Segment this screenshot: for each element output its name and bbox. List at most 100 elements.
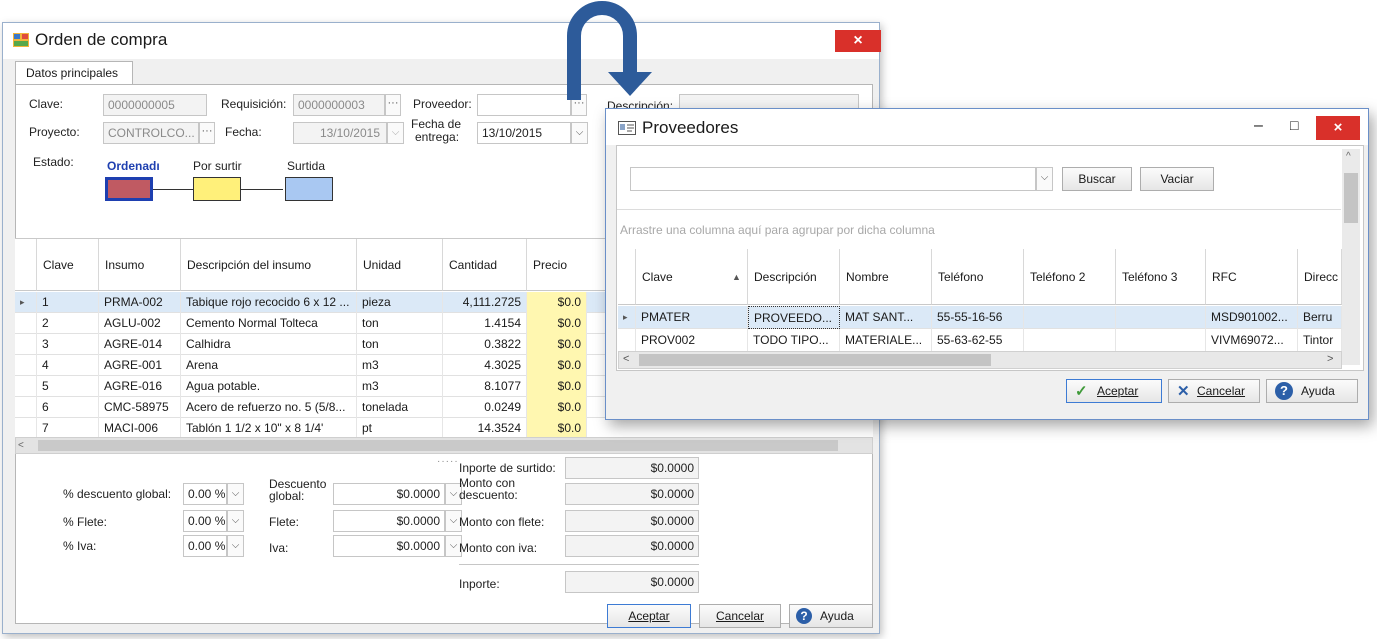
cell-precio[interactable]: $0.0 xyxy=(527,418,587,439)
p-grid-header-nombre[interactable]: Nombre xyxy=(840,249,932,305)
cell-cantidad[interactable]: 14.3524 xyxy=(443,418,527,439)
scroll-left-icon[interactable]: < xyxy=(18,440,24,451)
p-grid-header-telefono3[interactable]: Teléfono 3 xyxy=(1116,249,1206,305)
p-grid-header-rfc[interactable]: RFC xyxy=(1206,249,1298,305)
cell-descripcion[interactable]: Agua potable. xyxy=(181,376,357,397)
splitter-handle[interactable]: ····· xyxy=(437,456,459,467)
cell-precio[interactable]: $0.0 xyxy=(527,355,587,376)
cell-unidad[interactable]: ton xyxy=(357,313,443,334)
buscar-button[interactable]: Buscar xyxy=(1062,167,1132,191)
table-row[interactable]: ▸ PMATER PROVEEDO... MAT SANT... 55-55-16-56… xyxy=(618,306,1342,329)
cancelar-button[interactable]: Cancelar xyxy=(699,604,781,628)
cell-telefono2[interactable] xyxy=(1024,306,1116,329)
proveedores-ayuda-button[interactable]: ? Ayuda xyxy=(1266,379,1358,403)
cell-unidad[interactable]: m3 xyxy=(357,376,443,397)
cell-descripcion[interactable]: TODO TIPO... xyxy=(748,329,840,352)
maximize-button[interactable]: □ xyxy=(1290,117,1298,133)
proveedores-aceptar-button[interactable]: ✓ Aceptar xyxy=(1066,379,1162,403)
cell-descripcion[interactable]: Acero de refuerzo no. 5 (5/8... xyxy=(181,397,357,418)
cell-clave[interactable]: PROV002 xyxy=(636,329,748,352)
cell-unidad[interactable]: m3 xyxy=(357,355,443,376)
grid-header-insumo[interactable]: Insumo xyxy=(99,239,181,291)
cell-telefono3[interactable] xyxy=(1116,329,1206,352)
cell-clave[interactable]: 6 xyxy=(37,397,99,418)
fecha-entrega-field[interactable]: 13/10/2015 xyxy=(477,122,571,144)
proveedor-field[interactable] xyxy=(477,94,571,116)
cell-insumo[interactable]: MACI-006 xyxy=(99,418,181,439)
cell-nombre[interactable]: MAT SANT... xyxy=(840,306,932,329)
iva-pct-field[interactable]: 0.00 % xyxy=(183,535,227,557)
cell-telefono2[interactable] xyxy=(1024,329,1116,352)
tab-datos-principales[interactable]: Datos principales xyxy=(15,61,133,85)
table-row[interactable]: 7 MACI-006 Tablón 1 1/2 x 10" x 8 1/4' pt 14… xyxy=(15,418,873,439)
cell-clave[interactable]: PMATER xyxy=(636,306,748,329)
cell-cantidad[interactable]: 8.1077 xyxy=(443,376,527,397)
grid-horizontal-scrollbar[interactable]: < xyxy=(15,437,873,454)
clave-field[interactable]: 0000000005 xyxy=(103,94,207,116)
cell-descripcion[interactable]: Cemento Normal Tolteca xyxy=(181,313,357,334)
cell-insumo[interactable]: CMC-58975 xyxy=(99,397,181,418)
ayuda-button[interactable]: ? Ayuda xyxy=(789,604,873,628)
p-grid-header-direccion[interactable]: Direcc xyxy=(1298,249,1342,305)
proveedores-search-input[interactable] xyxy=(630,167,1036,191)
aceptar-button[interactable]: Aceptar xyxy=(607,604,691,628)
cell-direccion[interactable]: Tintor xyxy=(1298,329,1342,352)
descuento-global-pct-dropdown[interactable]: ⌵ xyxy=(227,483,244,505)
cell-unidad[interactable]: pt xyxy=(357,418,443,439)
cell-precio[interactable]: $0.0 xyxy=(527,292,587,313)
search-dropdown-button[interactable]: ⌵ xyxy=(1036,167,1053,191)
scroll-up-icon[interactable]: ^ xyxy=(1346,151,1351,162)
cell-rfc[interactable]: VIVM69072... xyxy=(1206,329,1298,352)
cell-insumo[interactable]: PRMA-002 xyxy=(99,292,181,313)
table-row[interactable]: PROV002 TODO TIPO... MATERIALE... 55-63-62-… xyxy=(618,329,1342,352)
cell-cantidad[interactable]: 4,111.2725 xyxy=(443,292,527,313)
p-scroll-right-icon[interactable]: > xyxy=(1327,353,1333,365)
cell-telefono[interactable]: 55-55-16-56 xyxy=(932,306,1024,329)
p-grid-header-descripcion[interactable]: Descripción xyxy=(748,249,840,305)
cell-unidad[interactable]: pieza xyxy=(357,292,443,313)
iva-field[interactable]: $0.0000 xyxy=(333,535,445,557)
fecha-entrega-dropdown-button[interactable]: ⌵ xyxy=(571,122,588,144)
flete-pct-dropdown[interactable]: ⌵ xyxy=(227,510,244,532)
minimize-button[interactable]: – xyxy=(1254,117,1263,135)
cell-insumo[interactable]: AGLU-002 xyxy=(99,313,181,334)
cell-cantidad[interactable]: 1.4154 xyxy=(443,313,527,334)
grid-header-cantidad[interactable]: Cantidad xyxy=(443,239,527,291)
cell-nombre[interactable]: MATERIALE... xyxy=(840,329,932,352)
cell-clave[interactable]: 1 xyxy=(37,292,99,313)
cell-unidad[interactable]: tonelada xyxy=(357,397,443,418)
cell-precio[interactable]: $0.0 xyxy=(527,313,587,334)
flete-pct-field[interactable]: 0.00 % xyxy=(183,510,227,532)
cell-clave[interactable]: 5 xyxy=(37,376,99,397)
cell-telefono[interactable]: 55-63-62-55 xyxy=(932,329,1024,352)
fecha-dropdown-button[interactable]: ⌵ xyxy=(387,122,404,144)
cell-cantidad[interactable]: 0.0249 xyxy=(443,397,527,418)
proveedores-close-button[interactable]: × xyxy=(1316,116,1360,140)
p-grid-header-telefono[interactable]: Teléfono xyxy=(932,249,1024,305)
cell-descripcion[interactable]: Tablón 1 1/2 x 10" x 8 1/4' xyxy=(181,418,357,439)
cell-precio[interactable]: $0.0 xyxy=(527,334,587,355)
proveedores-cancelar-button[interactable]: ✕ Cancelar xyxy=(1168,379,1260,403)
grid-header-descripcion[interactable]: Descripción del insumo xyxy=(181,239,357,291)
cell-insumo[interactable]: AGRE-016 xyxy=(99,376,181,397)
cell-insumo[interactable]: AGRE-001 xyxy=(99,355,181,376)
iva-pct-dropdown[interactable]: ⌵ xyxy=(227,535,244,557)
cell-descripcion[interactable]: PROVEEDO... xyxy=(748,306,840,329)
cell-direccion[interactable]: Berru xyxy=(1298,306,1342,329)
proveedores-vertical-scrollbar[interactable]: ^ xyxy=(1342,149,1360,365)
proveedores-horizontal-scrollbar[interactable]: < > xyxy=(618,351,1342,369)
p-scroll-thumb[interactable] xyxy=(639,354,991,366)
fecha-field[interactable]: 13/10/2015 xyxy=(293,122,387,144)
flete-field[interactable]: $0.0000 xyxy=(333,510,445,532)
cell-precio[interactable]: $0.0 xyxy=(527,397,587,418)
cell-rfc[interactable]: MSD901002... xyxy=(1206,306,1298,329)
cell-unidad[interactable]: ton xyxy=(357,334,443,355)
grid-header-clave[interactable]: Clave xyxy=(37,239,99,291)
requisicion-browse-button[interactable]: ··· xyxy=(385,94,401,116)
cell-clave[interactable]: 2 xyxy=(37,313,99,334)
cell-precio[interactable]: $0.0 xyxy=(527,376,587,397)
requisicion-field[interactable]: 0000000003 xyxy=(293,94,385,116)
cell-insumo[interactable]: AGRE-014 xyxy=(99,334,181,355)
vertical-scroll-thumb[interactable] xyxy=(1344,173,1358,223)
cell-descripcion[interactable]: Tabique rojo recocido 6 x 12 ... xyxy=(181,292,357,313)
